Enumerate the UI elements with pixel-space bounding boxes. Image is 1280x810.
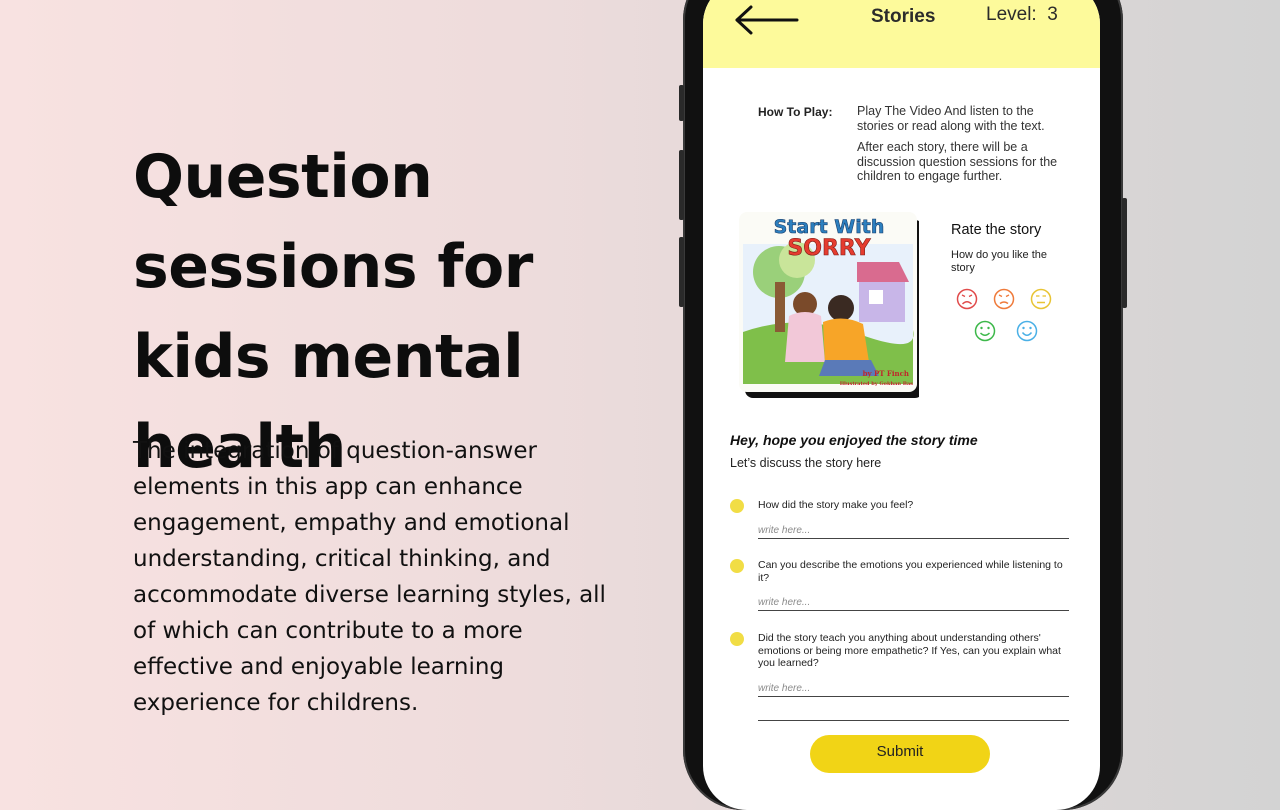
how-to-play-line-1: Play The Video And listen to the stories… [857,104,1045,133]
answer-divider [758,720,1069,721]
question-2-answer-input[interactable] [758,594,1069,611]
book-illustrator: Illustrated by Gokhan Bas [840,381,913,387]
hero-description: The integration of question-answer eleme… [133,438,606,716]
discussion-title: Hey, hope you enjoyed the story time [730,432,978,448]
question-2-text: Can you describe the emotions you experi… [758,559,1063,584]
phone-power-button [1122,198,1127,308]
question-1-text: How did the story make you feel? [758,499,914,511]
story-book-cover[interactable]: Start With SORRY by PT Finch Illustrated… [739,212,919,402]
book-title-line-1: Start With [774,216,885,238]
question-1-answer-input[interactable] [758,522,1069,539]
sad-face-icon[interactable] [993,288,1015,310]
rate-story-subtitle: How do you like the story [951,249,1047,274]
question-bullet [730,559,744,573]
happy-face-icon[interactable] [974,320,996,342]
phone-volume-down-button [679,237,684,307]
very-sad-face-icon[interactable] [956,288,978,310]
how-to-play-label: How To Play: [758,105,833,119]
very-happy-face-icon[interactable] [1016,320,1038,342]
question-bullet [730,632,744,646]
question-bullet [730,499,744,513]
phone-volume-up-button [679,150,684,220]
screen-title: Stories [871,6,936,27]
phone-action-button [679,85,684,121]
app-header: Stories Level: 3 [703,0,1100,68]
how-to-play-instructions: Play The Video And listen to the stories… [857,104,1072,191]
book-author: by PT Finch [863,369,909,378]
phone-screen: Stories Level: 3 How To Play: Play The V… [703,0,1100,810]
discussion-subtitle: Let’s discuss the story here [730,456,882,470]
level-indicator: Level: 3 [986,4,1058,25]
rate-story-title: Rate the story [951,222,1042,238]
neutral-face-icon[interactable] [1030,288,1052,310]
question-3-answer-input[interactable] [758,680,1069,697]
book-title-line-2: SORRY [787,236,871,261]
how-to-play-line-2: After each story, there will be a discus… [857,140,1058,183]
arrow-left-icon[interactable] [733,2,799,38]
question-3-text: Did the story teach you anything about u… [758,632,1061,669]
submit-button[interactable]: Submit [810,735,990,773]
